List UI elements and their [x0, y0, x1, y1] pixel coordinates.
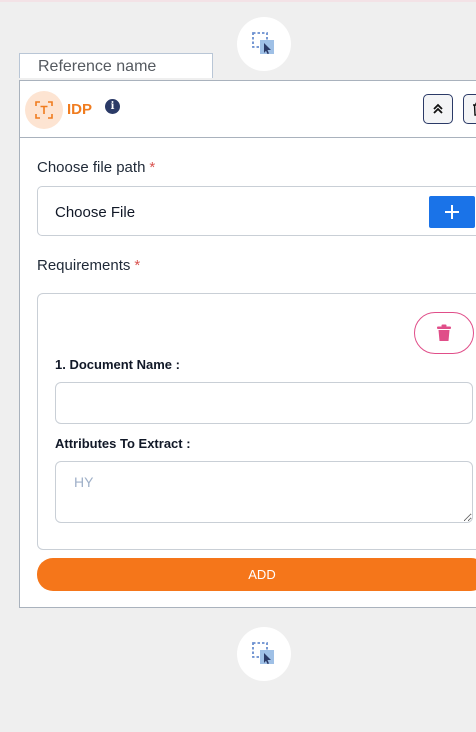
reference-name-tab[interactable]: Reference name [19, 53, 213, 78]
requirements-label: Requirements * [37, 257, 141, 274]
document-name-input[interactable] [55, 382, 473, 424]
connector-top[interactable] [237, 17, 291, 71]
delete-requirement-button[interactable] [414, 312, 474, 354]
file-path-label: Choose file path * [37, 159, 156, 176]
select-area-icon [252, 32, 274, 54]
idp-node-card: IDP i Choose file path * Choose File Requ… [19, 80, 476, 608]
node-header: IDP i [20, 81, 476, 138]
connector-bottom[interactable] [237, 627, 291, 681]
chevron-double-up-icon [433, 103, 443, 114]
requirement-item: 1. Document Name : Attributes To Extract… [37, 293, 476, 550]
attributes-textarea[interactable] [55, 461, 473, 523]
choose-file-label: Choose File [55, 204, 136, 221]
reference-name-label: Reference name [38, 58, 157, 75]
collapse-button[interactable] [423, 94, 453, 124]
plus-icon [445, 205, 459, 219]
attributes-label: Attributes To Extract : [55, 436, 191, 451]
required-mark: * [134, 257, 141, 274]
add-requirement-button[interactable]: ADD [37, 558, 476, 591]
text-extract-icon [25, 91, 63, 129]
node-title: IDP [67, 101, 93, 118]
header-delete-button[interactable] [463, 94, 476, 124]
file-chooser[interactable]: Choose File [37, 186, 476, 236]
top-divider [0, 0, 476, 2]
add-file-button[interactable] [429, 196, 475, 228]
required-mark: * [149, 159, 156, 176]
info-icon[interactable]: i [105, 99, 120, 114]
document-name-label: 1. Document Name : [55, 357, 180, 372]
select-area-icon [252, 642, 274, 664]
trash-icon [437, 324, 451, 341]
trash-icon [473, 102, 476, 116]
